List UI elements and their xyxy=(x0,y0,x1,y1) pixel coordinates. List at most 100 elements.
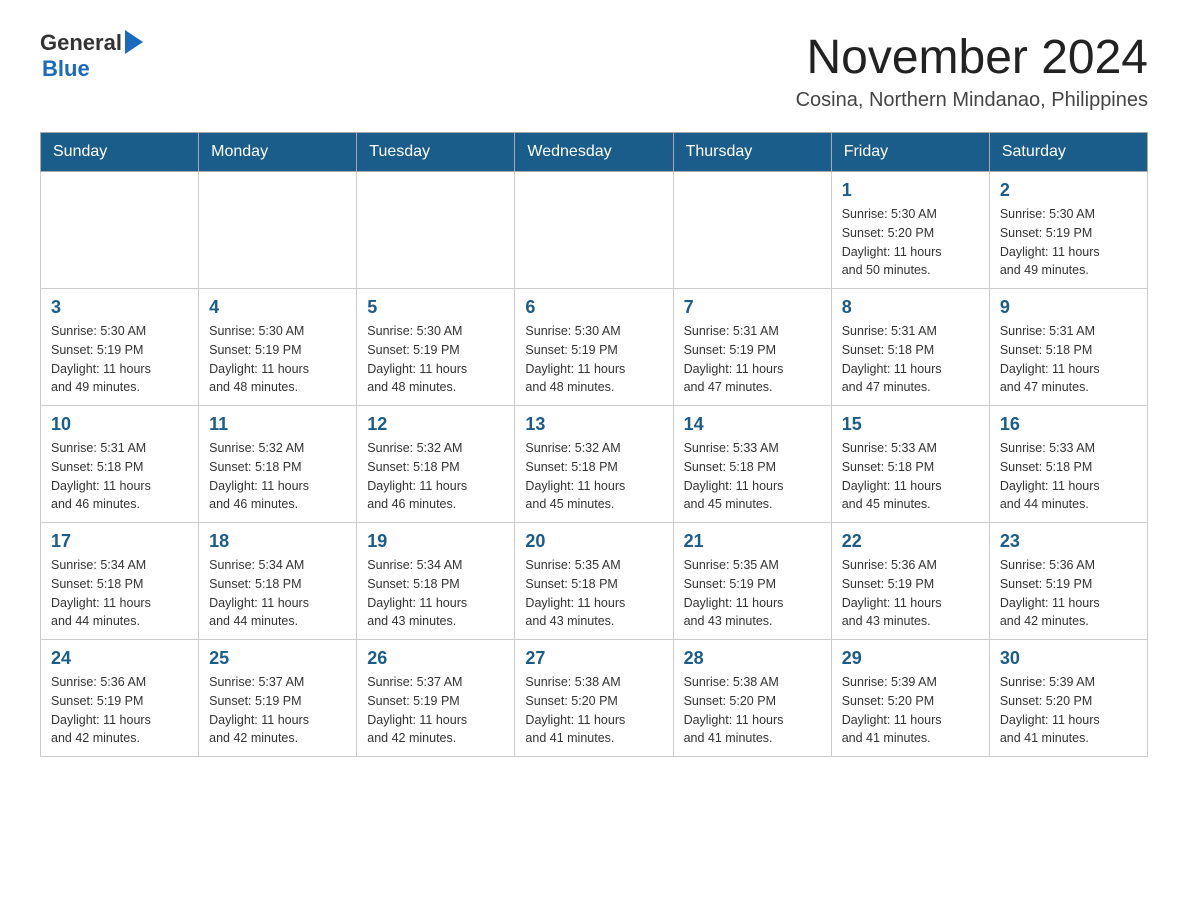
calendar-cell xyxy=(673,172,831,289)
day-number: 25 xyxy=(209,648,346,669)
day-number: 21 xyxy=(684,531,821,552)
day-number: 13 xyxy=(525,414,662,435)
day-number: 7 xyxy=(684,297,821,318)
column-header-thursday: Thursday xyxy=(673,133,831,172)
logo: General Blue xyxy=(40,30,143,83)
day-info: Sunrise: 5:36 AMSunset: 5:19 PMDaylight:… xyxy=(51,673,188,748)
day-number: 20 xyxy=(525,531,662,552)
day-info: Sunrise: 5:32 AMSunset: 5:18 PMDaylight:… xyxy=(525,439,662,514)
calendar-cell: 10 Sunrise: 5:31 AMSunset: 5:18 PMDayligh… xyxy=(41,406,199,523)
logo-general-text: General xyxy=(40,30,122,56)
week-row-3: 10 Sunrise: 5:31 AMSunset: 5:18 PMDayligh… xyxy=(41,406,1148,523)
day-info: Sunrise: 5:32 AMSunset: 5:18 PMDaylight:… xyxy=(209,439,346,514)
calendar-cell: 15 Sunrise: 5:33 AMSunset: 5:18 PMDayligh… xyxy=(831,406,989,523)
calendar-cell: 1 Sunrise: 5:30 AMSunset: 5:20 PMDaylight… xyxy=(831,172,989,289)
title-section: November 2024 Cosina, Northern Mindanao,… xyxy=(796,30,1148,112)
calendar-cell: 24 Sunrise: 5:36 AMSunset: 5:19 PMDayligh… xyxy=(41,640,199,757)
day-number: 4 xyxy=(209,297,346,318)
day-number: 16 xyxy=(1000,414,1137,435)
day-number: 3 xyxy=(51,297,188,318)
column-header-tuesday: Tuesday xyxy=(357,133,515,172)
day-info: Sunrise: 5:39 AMSunset: 5:20 PMDaylight:… xyxy=(1000,673,1137,748)
day-number: 12 xyxy=(367,414,504,435)
calendar-cell: 27Sunrise: 5:38 AMSunset: 5:20 PMDayligh… xyxy=(515,640,673,757)
day-number: 8 xyxy=(842,297,979,318)
day-number: 28 xyxy=(684,648,821,669)
calendar-cell: 19Sunrise: 5:34 AMSunset: 5:18 PMDayligh… xyxy=(357,523,515,640)
day-number: 15 xyxy=(842,414,979,435)
calendar-cell: 8 Sunrise: 5:31 AMSunset: 5:18 PMDaylight… xyxy=(831,289,989,406)
day-info: Sunrise: 5:30 AMSunset: 5:20 PMDaylight:… xyxy=(842,205,979,280)
week-row-1: 1 Sunrise: 5:30 AMSunset: 5:20 PMDaylight… xyxy=(41,172,1148,289)
calendar-cell: 28Sunrise: 5:38 AMSunset: 5:20 PMDayligh… xyxy=(673,640,831,757)
day-info: Sunrise: 5:36 AMSunset: 5:19 PMDaylight:… xyxy=(1000,556,1137,631)
week-row-5: 24 Sunrise: 5:36 AMSunset: 5:19 PMDayligh… xyxy=(41,640,1148,757)
calendar-cell xyxy=(199,172,357,289)
day-info: Sunrise: 5:39 AMSunset: 5:20 PMDaylight:… xyxy=(842,673,979,748)
day-number: 17 xyxy=(51,531,188,552)
day-info: Sunrise: 5:30 AMSunset: 5:19 PMDaylight:… xyxy=(1000,205,1137,280)
calendar-cell: 3 Sunrise: 5:30 AMSunset: 5:19 PMDaylight… xyxy=(41,289,199,406)
day-number: 26 xyxy=(367,648,504,669)
column-header-monday: Monday xyxy=(199,133,357,172)
week-row-2: 3 Sunrise: 5:30 AMSunset: 5:19 PMDaylight… xyxy=(41,289,1148,406)
day-number: 1 xyxy=(842,180,979,201)
column-header-wednesday: Wednesday xyxy=(515,133,673,172)
calendar-cell: 4 Sunrise: 5:30 AMSunset: 5:19 PMDaylight… xyxy=(199,289,357,406)
calendar-cell: 14 Sunrise: 5:33 AMSunset: 5:18 PMDayligh… xyxy=(673,406,831,523)
day-info: Sunrise: 5:31 AMSunset: 5:18 PMDaylight:… xyxy=(842,322,979,397)
day-info: Sunrise: 5:30 AMSunset: 5:19 PMDaylight:… xyxy=(367,322,504,397)
calendar-cell xyxy=(515,172,673,289)
day-number: 19 xyxy=(367,531,504,552)
day-info: Sunrise: 5:37 AMSunset: 5:19 PMDaylight:… xyxy=(209,673,346,748)
day-number: 22 xyxy=(842,531,979,552)
calendar-cell: 18 Sunrise: 5:34 AMSunset: 5:18 PMDayligh… xyxy=(199,523,357,640)
day-number: 5 xyxy=(367,297,504,318)
calendar-cell xyxy=(357,172,515,289)
calendar-cell: 29 Sunrise: 5:39 AMSunset: 5:20 PMDayligh… xyxy=(831,640,989,757)
column-header-friday: Friday xyxy=(831,133,989,172)
day-info: Sunrise: 5:32 AMSunset: 5:18 PMDaylight:… xyxy=(367,439,504,514)
column-header-saturday: Saturday xyxy=(989,133,1147,172)
calendar-cell: 13 Sunrise: 5:32 AMSunset: 5:18 PMDayligh… xyxy=(515,406,673,523)
day-number: 23 xyxy=(1000,531,1137,552)
page-subtitle: Cosina, Northern Mindanao, Philippines xyxy=(796,89,1148,112)
day-info: Sunrise: 5:33 AMSunset: 5:18 PMDaylight:… xyxy=(842,439,979,514)
calendar-cell: 5 Sunrise: 5:30 AMSunset: 5:19 PMDaylight… xyxy=(357,289,515,406)
week-row-4: 17 Sunrise: 5:34 AMSunset: 5:18 PMDayligh… xyxy=(41,523,1148,640)
calendar-header-row: SundayMondayTuesdayWednesdayThursdayFrid… xyxy=(41,133,1148,172)
day-info: Sunrise: 5:30 AMSunset: 5:19 PMDaylight:… xyxy=(51,322,188,397)
calendar-cell: 6Sunrise: 5:30 AMSunset: 5:19 PMDaylight… xyxy=(515,289,673,406)
calendar-cell: 16 Sunrise: 5:33 AMSunset: 5:18 PMDayligh… xyxy=(989,406,1147,523)
calendar-cell: 11Sunrise: 5:32 AMSunset: 5:18 PMDayligh… xyxy=(199,406,357,523)
calendar-cell: 21Sunrise: 5:35 AMSunset: 5:19 PMDayligh… xyxy=(673,523,831,640)
calendar-cell: 2 Sunrise: 5:30 AMSunset: 5:19 PMDaylight… xyxy=(989,172,1147,289)
calendar-cell: 12 Sunrise: 5:32 AMSunset: 5:18 PMDayligh… xyxy=(357,406,515,523)
page-title: November 2024 xyxy=(796,30,1148,85)
day-info: Sunrise: 5:36 AMSunset: 5:19 PMDaylight:… xyxy=(842,556,979,631)
day-info: Sunrise: 5:37 AMSunset: 5:19 PMDaylight:… xyxy=(367,673,504,748)
day-number: 14 xyxy=(684,414,821,435)
day-number: 10 xyxy=(51,414,188,435)
day-number: 30 xyxy=(1000,648,1137,669)
day-info: Sunrise: 5:35 AMSunset: 5:18 PMDaylight:… xyxy=(525,556,662,631)
calendar-cell: 23 Sunrise: 5:36 AMSunset: 5:19 PMDayligh… xyxy=(989,523,1147,640)
day-info: Sunrise: 5:31 AMSunset: 5:18 PMDaylight:… xyxy=(51,439,188,514)
calendar-cell xyxy=(41,172,199,289)
day-number: 9 xyxy=(1000,297,1137,318)
calendar-cell: 17Sunrise: 5:34 AMSunset: 5:18 PMDayligh… xyxy=(41,523,199,640)
calendar-cell: 20 Sunrise: 5:35 AMSunset: 5:18 PMDayligh… xyxy=(515,523,673,640)
day-info: Sunrise: 5:30 AMSunset: 5:19 PMDaylight:… xyxy=(209,322,346,397)
day-info: Sunrise: 5:34 AMSunset: 5:18 PMDaylight:… xyxy=(209,556,346,631)
calendar-cell: 25 Sunrise: 5:37 AMSunset: 5:19 PMDayligh… xyxy=(199,640,357,757)
calendar-cell: 7 Sunrise: 5:31 AMSunset: 5:19 PMDaylight… xyxy=(673,289,831,406)
day-number: 18 xyxy=(209,531,346,552)
day-info: Sunrise: 5:38 AMSunset: 5:20 PMDaylight:… xyxy=(525,673,662,748)
day-number: 24 xyxy=(51,648,188,669)
day-info: Sunrise: 5:31 AMSunset: 5:19 PMDaylight:… xyxy=(684,322,821,397)
day-number: 2 xyxy=(1000,180,1137,201)
column-header-sunday: Sunday xyxy=(41,133,199,172)
day-info: Sunrise: 5:33 AMSunset: 5:18 PMDaylight:… xyxy=(1000,439,1137,514)
day-number: 29 xyxy=(842,648,979,669)
day-info: Sunrise: 5:33 AMSunset: 5:18 PMDaylight:… xyxy=(684,439,821,514)
